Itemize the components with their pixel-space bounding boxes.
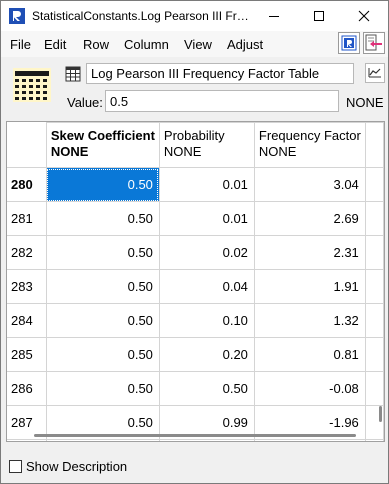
column-header-name: Frequency Factor (258, 128, 361, 143)
table-cell[interactable]: 0.50 (45, 303, 160, 338)
table-cell[interactable]: 0.01 (158, 201, 255, 236)
vertical-scroll-thumb[interactable] (379, 406, 382, 422)
column-header-name: Skew Coefficient (50, 128, 155, 143)
plot-button[interactable] (365, 63, 385, 83)
app-icon (9, 8, 25, 24)
menu-row[interactable]: Row (83, 37, 109, 52)
menu-bar: File Edit Row Column View Adjust (1, 31, 388, 57)
table-cell[interactable]: 3.04 (253, 167, 366, 202)
show-description-label[interactable]: Show Description (26, 459, 127, 474)
filler-cell (364, 235, 384, 270)
row-header[interactable]: 282 (7, 235, 47, 270)
table-row[interactable]: 285 0.50 0.20 0.81 (7, 337, 384, 372)
table-cell[interactable]: -0.08 (253, 371, 366, 406)
table-cell[interactable]: 1.32 (253, 303, 366, 338)
table-cell[interactable]: 0.01 (158, 167, 255, 202)
reference-button[interactable] (338, 32, 360, 54)
export-arrow-icon (365, 34, 382, 51)
table-cell[interactable]: 2.31 (253, 235, 366, 270)
table-cell[interactable]: 0.50 (45, 201, 160, 236)
table-row[interactable]: 284 0.50 0.10 1.32 (7, 303, 384, 338)
value-field[interactable]: 0.5 (105, 90, 339, 112)
menu-adjust[interactable]: Adjust (227, 37, 263, 52)
close-icon (358, 10, 370, 22)
plot-icon (368, 68, 381, 78)
horizontal-scrollbar[interactable] (7, 429, 384, 441)
minimize-icon (269, 16, 279, 17)
table-cell[interactable]: 0.50 (45, 337, 160, 372)
vertical-scrollbar[interactable] (377, 282, 383, 422)
title-bar: StatisticalConstants.Log Pearson III Fre… (1, 1, 388, 31)
filler-cell (364, 201, 384, 236)
menu-file[interactable]: File (10, 37, 31, 52)
table-icon (13, 68, 51, 102)
table-name-field[interactable]: Log Pearson III Frequency Factor Table (86, 63, 354, 84)
row-header[interactable]: 286 (7, 371, 47, 406)
reference-icon (341, 35, 357, 51)
row-header[interactable]: 280 (7, 167, 47, 202)
corner-cell (7, 122, 47, 168)
value-unit: NONE (346, 95, 384, 110)
window: StatisticalConstants.Log Pearson III Fre… (0, 0, 389, 484)
table-grid: Skew Coefficient NONE Probability NONE F… (7, 122, 384, 441)
value-label: Value: (67, 95, 103, 110)
column-header-name: Probability (163, 128, 225, 143)
filler-cell (364, 167, 384, 202)
close-button[interactable] (342, 1, 386, 31)
table-cell[interactable]: 2.69 (253, 201, 366, 236)
maximize-icon (314, 11, 324, 21)
column-header-unit: NONE (258, 144, 297, 159)
window-title: StatisticalConstants.Log Pearson III Fre… (32, 9, 254, 23)
row-header[interactable]: 281 (7, 201, 47, 236)
column-header[interactable]: Frequency Factor NONE (253, 122, 366, 168)
selected-cell[interactable]: 0.50 (45, 167, 160, 202)
column-header[interactable]: Probability NONE (158, 122, 255, 168)
row-header[interactable]: 285 (7, 337, 47, 372)
table-cell[interactable]: 0.10 (158, 303, 255, 338)
table-row[interactable]: 283 0.50 0.04 1.91 (7, 269, 384, 304)
table-row[interactable]: 282 0.50 0.02 2.31 (7, 235, 384, 270)
table-cell[interactable]: 1.91 (253, 269, 366, 304)
table-row[interactable]: 280 0.50 0.01 3.04 (7, 167, 384, 202)
row-header[interactable]: 284 (7, 303, 47, 338)
table-cell[interactable]: 0.50 (158, 371, 255, 406)
menu-view[interactable]: View (184, 37, 212, 52)
data-table[interactable]: Skew Coefficient NONE Probability NONE F… (6, 121, 385, 442)
table-cell[interactable]: 0.50 (45, 235, 160, 270)
show-description-checkbox[interactable] (9, 460, 22, 473)
table-cell[interactable]: 0.20 (158, 337, 255, 372)
horizontal-scroll-thumb[interactable] (34, 434, 356, 437)
table-cell[interactable]: 0.50 (45, 371, 160, 406)
filler-cell (364, 122, 384, 168)
table-cell[interactable]: 0.02 (158, 235, 255, 270)
column-header-unit: NONE (163, 144, 202, 159)
table-body: 280 0.50 0.01 3.04 281 0.50 0.01 2.69 282 0.50 0.0… (7, 167, 384, 441)
table-cell[interactable]: 0.50 (45, 269, 160, 304)
minimize-button[interactable] (252, 1, 296, 31)
table-cell[interactable]: 0.81 (253, 337, 366, 372)
column-header[interactable]: Skew Coefficient NONE (45, 122, 160, 168)
row-header[interactable]: 283 (7, 269, 47, 304)
menu-edit[interactable]: Edit (44, 37, 66, 52)
table-row[interactable]: 286 0.50 0.50 -0.08 (7, 371, 384, 406)
column-header-unit: NONE (50, 144, 89, 159)
maximize-button[interactable] (297, 1, 341, 31)
export-button[interactable] (363, 32, 385, 54)
table-row[interactable]: 281 0.50 0.01 2.69 (7, 201, 384, 236)
menu-column[interactable]: Column (124, 37, 169, 52)
grid-icon (65, 66, 81, 82)
table-cell[interactable]: 0.04 (158, 269, 255, 304)
